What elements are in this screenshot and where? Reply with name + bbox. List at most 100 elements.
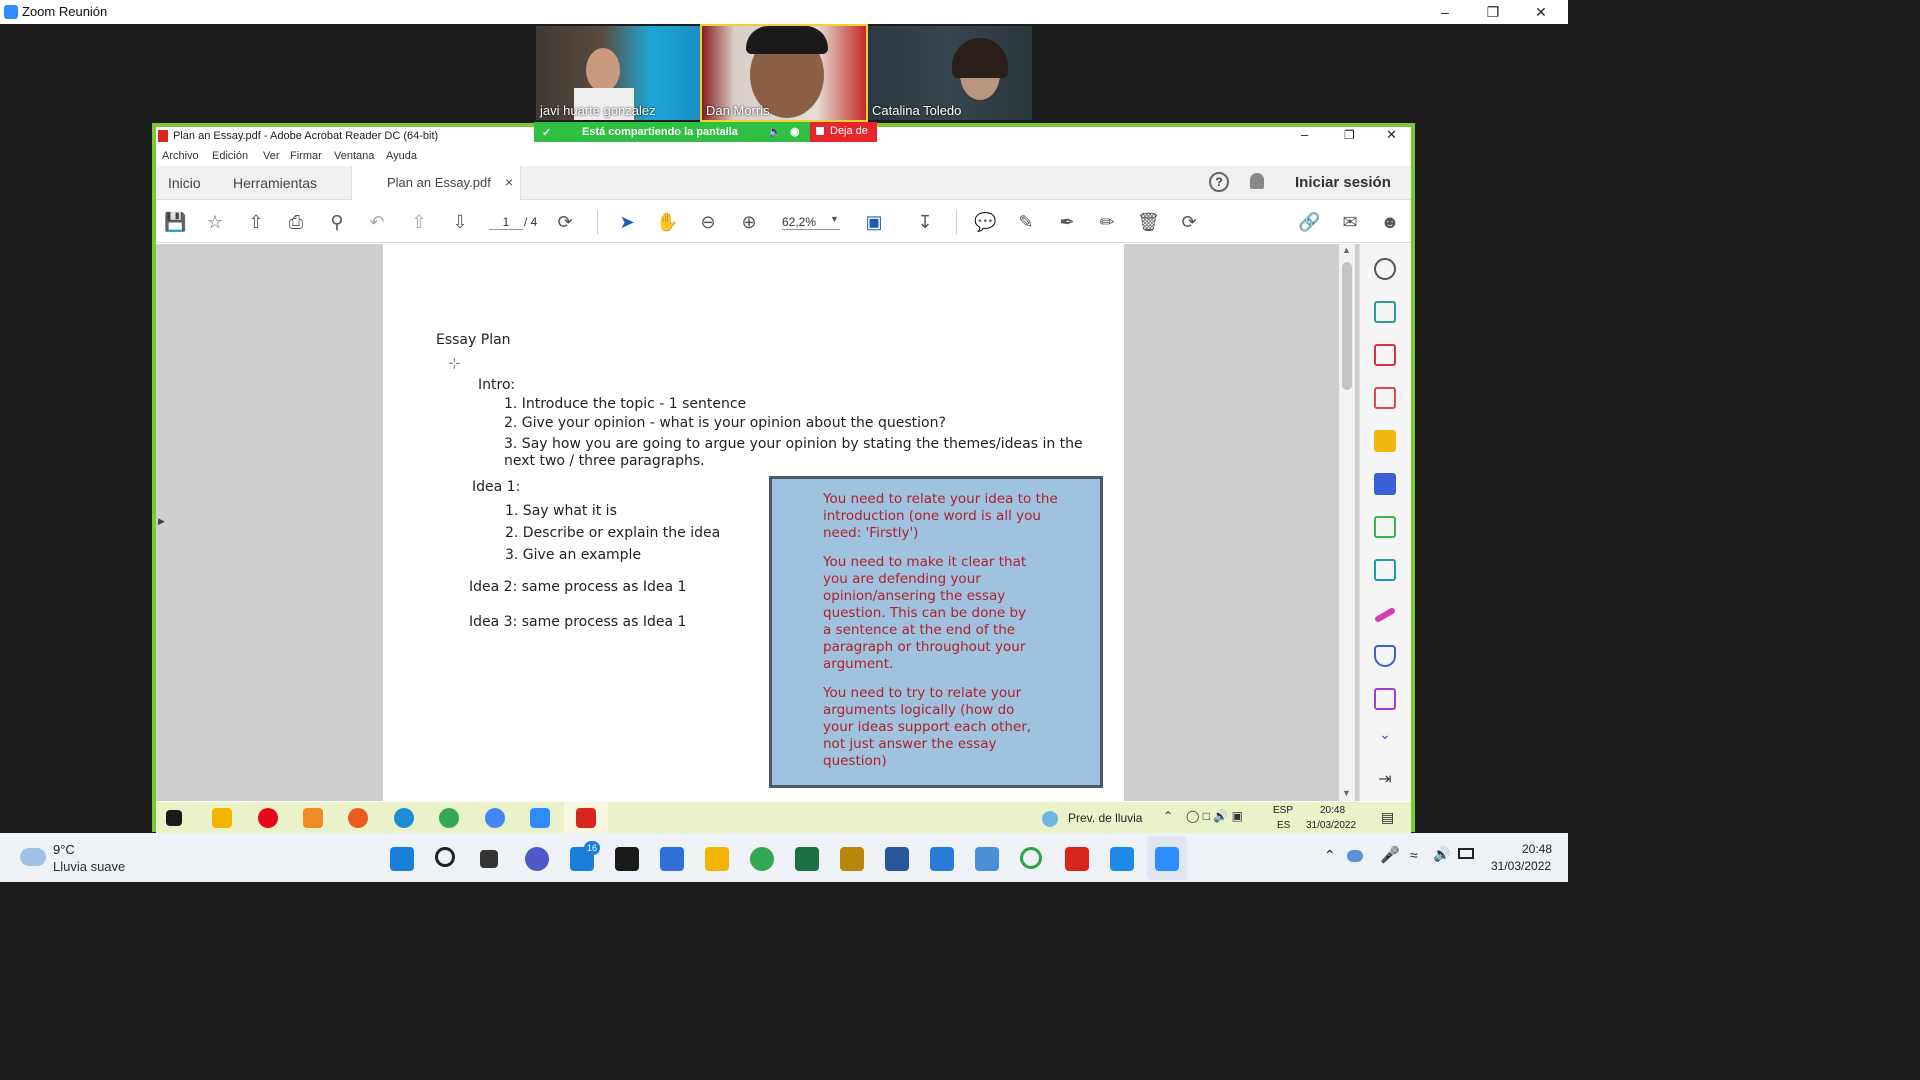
inner-language-top[interactable]: ESP	[1273, 805, 1293, 816]
vertical-scrollbar[interactable]: ▲ ▼	[1339, 244, 1355, 801]
share-user-icon[interactable]: ☻	[1379, 211, 1401, 233]
menu-firmar[interactable]: Firmar	[290, 150, 322, 162]
tab-herramientas[interactable]: Herramientas	[233, 175, 317, 191]
task-view-icon[interactable]	[480, 850, 498, 868]
scrollbar-thumb[interactable]	[1342, 262, 1352, 390]
sign-in-button[interactable]: Iniciar sesión	[1295, 174, 1391, 191]
comment-icon[interactable]: 💬	[974, 211, 996, 233]
firefox-icon[interactable]	[348, 808, 368, 828]
upload-icon[interactable]: ⇧	[245, 211, 267, 233]
compress-icon[interactable]	[1374, 516, 1396, 538]
pdf-standards-icon[interactable]	[1374, 688, 1396, 710]
menu-edicion[interactable]: Edición	[212, 150, 248, 162]
acrobat-icon[interactable]	[1065, 847, 1089, 871]
menu-ventana[interactable]: Ventana	[334, 150, 374, 162]
chrome-icon[interactable]	[750, 847, 774, 871]
tab-document[interactable]: Plan an Essay.pdf ×	[351, 166, 521, 200]
scroll-mode-icon[interactable]: ↧	[914, 211, 936, 233]
speaker-icon[interactable]: 🔈	[768, 125, 782, 138]
page-number-input[interactable]: 1	[489, 215, 523, 230]
menu-archivo[interactable]: Archivo	[162, 150, 199, 162]
app-icon[interactable]	[840, 847, 864, 871]
protect-icon[interactable]	[1374, 645, 1396, 667]
scroll-down-icon[interactable]: ▼	[1342, 788, 1351, 798]
media-player-icon[interactable]	[303, 808, 323, 828]
restore-button[interactable]: ❐	[1470, 0, 1516, 24]
acrobat-taskbar-slot[interactable]	[564, 802, 608, 833]
store-icon[interactable]	[660, 847, 684, 871]
create-pdf-icon[interactable]	[1374, 387, 1396, 409]
inner-language-bottom[interactable]: ES	[1277, 820, 1290, 831]
tray-icons[interactable]: ◯ □ 🔊 ▣	[1186, 809, 1243, 823]
sign-pen-icon[interactable]: ✒	[1056, 211, 1078, 233]
rotate-icon[interactable]: ⟳	[554, 211, 576, 233]
combine-files-icon[interactable]	[1374, 473, 1396, 495]
weather-icon[interactable]	[1042, 811, 1058, 827]
page-down-icon[interactable]: ⇩	[449, 211, 471, 233]
zoom-taskbar-icon[interactable]	[530, 808, 550, 828]
print-icon[interactable]: ⎙	[285, 211, 307, 233]
undo-icon[interactable]: ↶	[366, 211, 388, 233]
acrobat-close-button[interactable]: ✕	[1386, 127, 1397, 143]
star-icon[interactable]: ☆	[204, 211, 226, 233]
tab-inicio[interactable]: Inicio	[168, 175, 201, 191]
snipping-tool-icon[interactable]	[975, 847, 999, 871]
save-icon[interactable]: 💾	[164, 211, 186, 233]
weather-condition[interactable]: Lluvia suave	[53, 859, 125, 874]
organize-pages-icon[interactable]	[1374, 344, 1396, 366]
trash-icon[interactable]: 🗑	[1137, 211, 1160, 233]
collapse-pane-icon[interactable]: ⇥	[1374, 769, 1396, 791]
notifications-icon[interactable]: ▤	[1381, 809, 1394, 826]
zoom-in-icon[interactable]: ⊕	[738, 211, 760, 233]
dropbox-icon[interactable]	[615, 847, 639, 871]
fit-page-icon[interactable]: ▣	[863, 211, 885, 233]
chevron-down-icon[interactable]: ▼	[830, 214, 839, 224]
inner-weather-label[interactable]: Prev. de lluvia	[1068, 811, 1142, 825]
video-tile-dan[interactable]: Dan Morris	[700, 24, 868, 122]
menu-ayuda[interactable]: Ayuda	[386, 150, 417, 162]
battery-icon[interactable]	[1458, 848, 1474, 859]
acrobat-minimize-button[interactable]: –	[1301, 127, 1308, 142]
opera-icon[interactable]	[258, 808, 278, 828]
menu-ver[interactable]: Ver	[263, 150, 280, 162]
word-icon[interactable]	[885, 847, 909, 871]
send-review-icon[interactable]	[1374, 559, 1396, 581]
video-tile-javi[interactable]: javi huarte gonzalez	[536, 26, 700, 120]
tray-chevron-icon[interactable]: ⌃	[1324, 847, 1336, 864]
page-up-icon[interactable]: ⇧	[408, 211, 430, 233]
chrome-profile-icon[interactable]	[485, 808, 505, 828]
explorer-icon[interactable]	[705, 847, 729, 871]
chat-icon[interactable]	[525, 847, 549, 871]
comment-tool-icon[interactable]	[1374, 430, 1396, 452]
zoom-search-icon[interactable]: ⚲	[326, 211, 348, 233]
temperature[interactable]: 9°C	[53, 842, 75, 857]
search-icon[interactable]	[435, 847, 455, 867]
inner-clock-date[interactable]: 31/03/2022	[1306, 820, 1356, 831]
security-icon[interactable]: ◉	[790, 125, 800, 138]
tray-chevron-icon[interactable]: ⌃	[1163, 809, 1173, 823]
zoom-taskbar-slot[interactable]	[1147, 836, 1187, 880]
inner-clock-time[interactable]: 20:48	[1320, 805, 1345, 816]
notepad-icon[interactable]	[930, 847, 954, 871]
help-icon[interactable]: ?	[1209, 172, 1229, 192]
close-button[interactable]: ✕	[1518, 0, 1564, 24]
stop-share-button[interactable]: Deja de	[810, 122, 877, 142]
tab-close-icon[interactable]: ×	[505, 174, 513, 190]
fill-sign-icon[interactable]: ✏	[1096, 211, 1118, 233]
highlight-icon[interactable]: ✎	[1015, 211, 1037, 233]
volume-icon[interactable]: 🔊	[1433, 846, 1450, 863]
fill-sign-tool-icon[interactable]	[1373, 606, 1397, 624]
hand-icon[interactable]: ✋	[656, 211, 678, 233]
start-icon[interactable]	[390, 847, 414, 871]
chrome-icon[interactable]	[439, 808, 459, 828]
windows-start-icon[interactable]	[166, 810, 182, 826]
circle-app-icon[interactable]	[1020, 847, 1042, 869]
rotate-page-icon[interactable]: ⟳	[1178, 211, 1200, 233]
export-pdf-icon[interactable]	[1374, 301, 1396, 323]
onedrive-icon[interactable]	[1347, 850, 1363, 862]
more-tools-chevron-icon[interactable]: ⌄	[1374, 726, 1396, 748]
edge-icon[interactable]	[394, 808, 414, 828]
video-tile-catalina[interactable]: Catalina Toledo	[868, 26, 1032, 120]
acrobat-restore-button[interactable]: ❐	[1344, 128, 1355, 142]
microphone-icon[interactable]: 🎤	[1380, 845, 1400, 865]
